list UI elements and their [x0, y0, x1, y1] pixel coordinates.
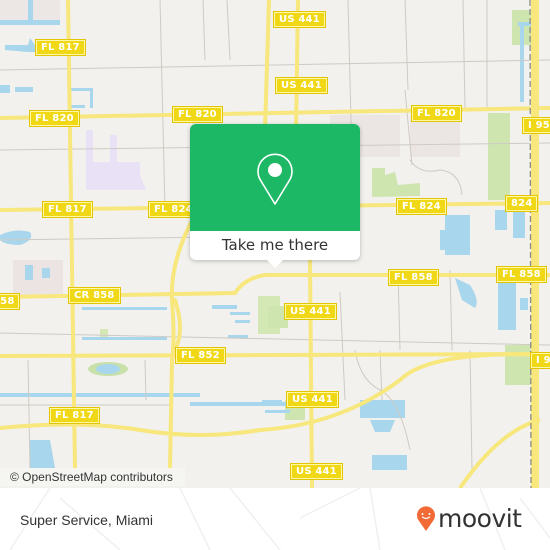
road-label-fl820: FL 820	[29, 110, 80, 127]
road-label-us441: US 441	[284, 303, 337, 320]
road-label-fl820: FL 820	[411, 105, 462, 122]
moovit-pin-icon	[417, 506, 435, 531]
road-label-fl858: FL 858	[388, 269, 439, 286]
road-label-fl817: FL 817	[35, 39, 86, 56]
road-label-824: 824	[504, 195, 539, 212]
road-label-858: 858	[0, 293, 21, 310]
road-label-i95: I 95	[522, 117, 550, 134]
park	[488, 113, 510, 200]
road-label-us441: US 441	[290, 463, 343, 480]
landuse-area	[410, 115, 460, 157]
airport-area	[86, 130, 146, 190]
map-attribution[interactable]: © OpenStreetMap contributors	[0, 468, 185, 486]
road-label-fl858: FL 858	[496, 266, 547, 283]
road-label-fl817: FL 817	[42, 201, 93, 218]
take-me-there-button[interactable]: Take me there	[190, 231, 360, 260]
moovit-logo[interactable]: moovit	[416, 504, 522, 534]
road-label-us441: US 441	[286, 391, 339, 408]
popup-pointer	[267, 260, 283, 268]
location-popup[interactable]: Take me there	[190, 124, 360, 268]
map-view[interactable]: FL 817 US 441 US 441 FL 820 FL 820 FL 82…	[0, 0, 550, 488]
road-label-us441: US 441	[275, 77, 328, 94]
place-name: Super Service, Miami	[20, 512, 154, 528]
road-label-fl817: FL 817	[49, 407, 100, 424]
park	[372, 168, 420, 197]
map-pin-icon	[257, 153, 293, 205]
road-label-us441: US 441	[273, 11, 326, 28]
road-label-fl852: FL 852	[175, 347, 226, 364]
footer-bar: Super Service, Miami moovit	[0, 488, 550, 550]
railway	[529, 0, 532, 488]
road-label-fl820: FL 820	[172, 106, 223, 123]
road-label-cr858: CR 858	[68, 287, 121, 304]
road-label-fl824: FL 824	[396, 198, 447, 215]
brand-name: moovit	[438, 504, 522, 533]
road-label-i95: I 95	[530, 352, 550, 369]
popup-header	[190, 124, 360, 231]
landuse-area	[13, 260, 63, 298]
